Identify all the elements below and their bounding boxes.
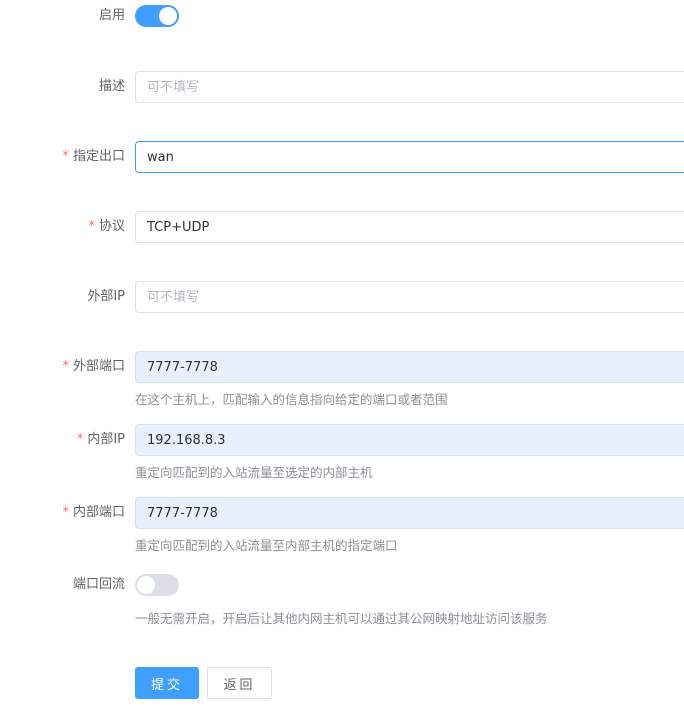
internal-port-help: 重定向匹配到的入站流量至内部主机的指定端口 xyxy=(135,538,398,553)
enable-switch-knob xyxy=(159,7,177,25)
external-port-label: * 外部端口 xyxy=(62,359,125,374)
back-button[interactable]: 返回 xyxy=(207,667,272,699)
external-ip-input[interactable] xyxy=(135,281,684,313)
submit-button[interactable]: 提交 xyxy=(135,667,199,699)
internal-ip-input[interactable] xyxy=(135,424,684,456)
external-port-help: 在这个主机上，匹配输入的信息指向给定的端口或者范围 xyxy=(135,392,448,407)
required-mark: * xyxy=(76,432,84,447)
internal-port-row: *内部端口 重定向匹配到的入站流量至内部主机的指定端口 xyxy=(0,497,684,557)
port-forward-form: 启用 描述 *指定出口 *协议 外部IP *外部端口 在这个主机上，匹配输入的信… xyxy=(0,0,684,717)
internal-port-input[interactable] xyxy=(135,497,684,529)
internal-port-label: * 内部端口 xyxy=(62,505,125,520)
required-mark: * xyxy=(88,219,95,234)
enable-label: 启用 xyxy=(98,8,125,23)
outbound-input[interactable] xyxy=(135,141,684,173)
required-mark: * xyxy=(62,359,69,374)
external-ip-row: 外部IP xyxy=(0,281,684,313)
external-ip-label: 外部IP xyxy=(87,289,125,304)
outbound-row: * 指定出口 xyxy=(0,141,684,173)
description-row: 描述 xyxy=(0,71,684,103)
internal-ip-help: 重定向匹配到的入站流量至选定的内部主机 xyxy=(135,465,373,480)
protocol-row: * 协议 xyxy=(0,211,684,243)
protocol-select[interactable] xyxy=(135,211,684,243)
required-mark: * xyxy=(62,149,69,164)
enable-row: 启用 xyxy=(0,5,684,27)
outbound-label: * 指定出口 xyxy=(62,149,125,164)
protocol-label: * 协议 xyxy=(88,219,125,234)
loopback-switch[interactable] xyxy=(135,574,179,596)
loopback-label: 端口回流 xyxy=(72,577,125,592)
description-label: 描述 xyxy=(98,79,125,94)
description-input[interactable] xyxy=(135,71,684,103)
internal-ip-row: *内部IP 重定向匹配到的入站流量至选定的内部主机 xyxy=(0,424,684,484)
loopback-row: 端口回流 一般无需开启，开启后让其他内网主机可以通过其公网映射地址访问该服务 xyxy=(0,574,684,630)
internal-ip-label: * 内部IP xyxy=(76,432,125,447)
loopback-help: 一般无需开启，开启后让其他内网主机可以通过其公网映射地址访问该服务 xyxy=(135,611,548,626)
loopback-switch-knob xyxy=(137,576,155,594)
required-mark: * xyxy=(62,505,69,520)
enable-switch[interactable] xyxy=(135,5,179,27)
external-port-row: *外部端口 在这个主机上，匹配输入的信息指向给定的端口或者范围 xyxy=(0,351,684,411)
external-port-input[interactable] xyxy=(135,351,684,383)
form-actions: 提交 返回 xyxy=(0,667,684,699)
